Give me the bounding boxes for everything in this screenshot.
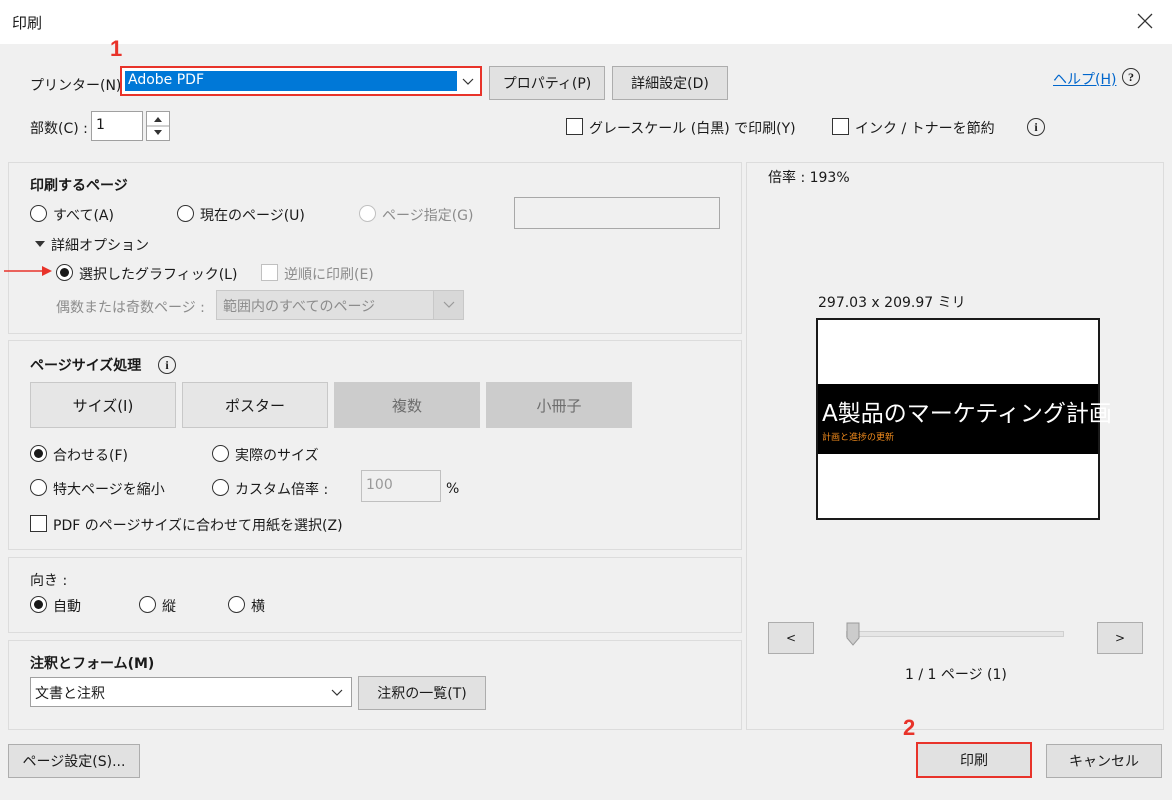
info-icon[interactable]: i [158,356,176,374]
pages-to-print-heading: 印刷するページ [30,178,128,194]
custom-scale-radio[interactable] [212,479,229,496]
window-title: 印刷 [12,14,43,32]
prev-page-button[interactable]: < [768,622,814,654]
printer-select[interactable]: Adobe PDF [120,66,482,96]
preview-slide-subtitle: 計画と進捗の更新 [822,433,895,443]
all-pages-label: すべて(A) [53,208,114,224]
landscape-radio[interactable] [228,596,245,613]
page-range-input[interactable] [514,197,720,229]
printer-label: プリンター(N) : [30,78,131,94]
copies-input[interactable]: 1 [91,111,143,141]
choose-paper-checkbox[interactable] [30,515,47,532]
shrink-radio[interactable] [30,479,47,496]
shrink-label: 特大ページを縮小 [53,482,165,498]
odd-even-value: 範囲内のすべてのページ [223,299,376,315]
actual-size-label: 実際のサイズ [235,448,319,464]
orientation-panel [8,557,742,633]
advanced-button[interactable]: 詳細設定(D) [612,66,728,100]
next-page-button[interactable]: > [1097,622,1143,654]
page-setup-button[interactable]: ページ設定(S)... [8,744,140,778]
portrait-label: 縦 [162,599,176,615]
custom-scale-input[interactable]: 100 [361,470,441,502]
step-marker-1: 1 [110,36,123,61]
all-pages-radio[interactable] [30,205,47,222]
selected-graphics-label: 選択したグラフィック(L) [79,267,238,283]
preview-dimensions: 297.03 x 209.97 ミリ [818,295,966,311]
auto-orientation-label: 自動 [53,599,81,615]
info-icon[interactable]: i [1027,118,1045,136]
reverse-checkbox[interactable] [261,264,278,281]
summarize-comments-button[interactable]: 注釈の一覧(T) [358,676,486,710]
portrait-radio[interactable] [139,596,156,613]
copies-label: 部数(C) : [30,121,88,137]
choose-paper-label: PDF のページサイズに合わせて用紙を選択(Z) [53,518,343,534]
save-ink-checkbox[interactable] [832,118,849,135]
triangle-down-icon[interactable] [34,238,46,250]
custom-scale-label: カスタム倍率 : [235,482,329,498]
red-arrow-annotation [4,264,54,278]
selected-graphics-radio[interactable] [56,264,73,281]
help-link[interactable]: ヘルプ(H) [1053,69,1116,89]
preview-page: A製品のマーケティング計画 計画と進捗の更新 [816,318,1112,520]
title-bar [0,0,1172,44]
percent-label: % [446,481,460,497]
properties-button[interactable]: プロパティ(P) [489,66,605,100]
comments-selected-value: 文書と注釈 [35,686,105,702]
auto-orientation-radio[interactable] [30,596,47,613]
page-range-radio[interactable] [359,205,376,222]
preview-scale: 倍率 : 193% [768,170,850,186]
preview-slide-title: A製品のマーケティング計画 [822,401,1112,427]
cancel-button[interactable]: キャンセル [1046,744,1162,778]
chevron-down-icon [329,684,345,700]
odd-even-label: 偶数または奇数ページ : [56,300,205,316]
chevron-down-icon [433,291,463,319]
current-page-label: 現在のページ(U) [200,208,305,224]
actual-size-radio[interactable] [212,445,229,462]
fit-radio[interactable] [30,445,47,462]
more-options-toggle[interactable]: 詳細オプション [51,235,149,255]
print-button[interactable]: 印刷 [916,742,1032,778]
page-sizing-heading: ページサイズ処理 [30,358,142,374]
chevron-down-icon [460,73,476,89]
page-slider-thumb[interactable] [846,622,860,646]
orientation-heading: 向き : [30,573,68,589]
grayscale-checkbox[interactable] [566,118,583,135]
help-question-icon[interactable]: ? [1122,68,1140,86]
fit-label: 合わせる(F) [53,448,128,464]
current-page-radio[interactable] [177,205,194,222]
page-indicator: 1 / 1 ページ (1) [905,667,1007,683]
odd-even-select[interactable]: 範囲内のすべてのページ [216,290,464,320]
landscape-label: 横 [251,599,265,615]
tab-booklet[interactable]: 小冊子 [486,382,632,428]
copies-stepper[interactable] [146,111,170,141]
comments-select[interactable]: 文書と注釈 [30,677,352,707]
step-marker-2: 2 [903,715,916,740]
page-range-label: ページ指定(G) [382,208,474,224]
page-slider-track[interactable] [846,631,1064,637]
tab-multiple[interactable]: 複数 [334,382,480,428]
comments-heading: 注釈とフォーム(M) [30,656,155,672]
tab-poster[interactable]: ポスター [182,382,328,428]
grayscale-label: グレースケール (白黒) で印刷(Y) [589,121,796,137]
reverse-label: 逆順に印刷(E) [284,267,374,283]
printer-selected-value: Adobe PDF [125,71,457,91]
close-icon[interactable] [1132,8,1158,34]
tab-size[interactable]: サイズ(I) [30,382,176,428]
save-ink-label: インク / トナーを節約 [855,121,995,137]
